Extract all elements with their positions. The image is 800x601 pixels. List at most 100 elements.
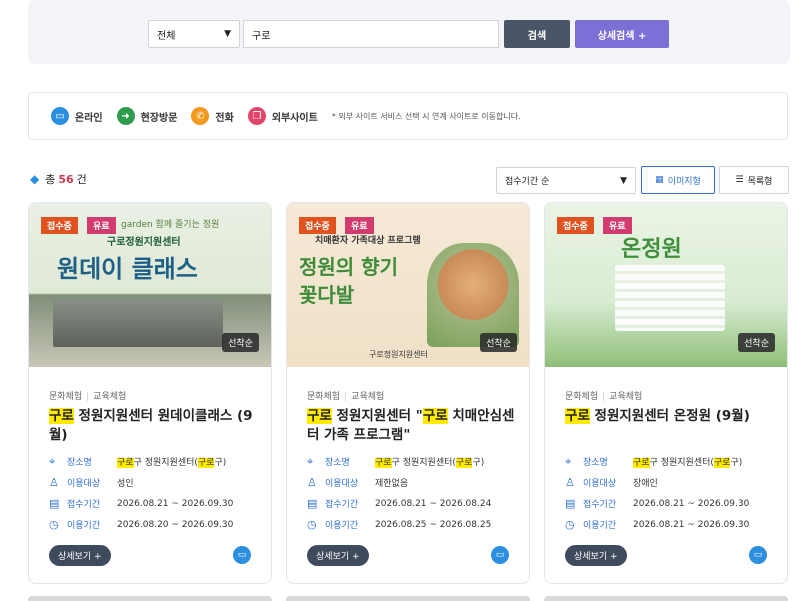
info-reg: ▤ 접수기간 2026.08.21 ~ 2026.08.24 (307, 497, 491, 510)
enter-icon: ➜ (116, 107, 135, 125)
monitor-icon: ▭ (51, 107, 69, 125)
program-card[interactable]: 치매환자 가족대상 프로그램 정원의 향기 꽃다발 구로정원지원센터 접수중 유… (286, 202, 530, 584)
thumbnail-title: 정원의 향기 꽃다발 (299, 255, 398, 307)
first-come-badge: 선착순 (480, 333, 517, 352)
search-panel: 전체 ▼ 구로 검색 상세검색 + (28, 0, 790, 64)
place-highlight: 구로 (375, 458, 392, 468)
clock-icon: ◷ (565, 517, 575, 531)
info-value: 2026.08.25 ~ 2026.08.25 (375, 519, 492, 530)
thumbnail-caption: 치매환자 가족대상 프로그램 (315, 236, 421, 246)
advanced-search-button[interactable]: 상세검색 + (575, 20, 669, 48)
info-place: ⌖ 장소명 구로구 정원지원센터(구로구) (565, 455, 742, 468)
info-label: 접수기간 (67, 500, 101, 510)
place-highlight: 구로 (713, 458, 731, 468)
category-select[interactable]: 전체 ▼ (148, 20, 240, 48)
filter-external[interactable]: ❐ 외부사이트 (247, 107, 318, 125)
info-label: 장소명 (325, 458, 350, 468)
info-label: 이용기간 (67, 521, 101, 531)
result-count: ◆ 총 56 건 (30, 171, 87, 187)
window-icon: ❐ (247, 107, 266, 125)
info-value: 2026.08.20 ~ 2026.09.30 (117, 519, 234, 530)
place-text: 구) (472, 458, 485, 468)
title-text: 정원지원센터 온정원 (9월) (589, 408, 750, 424)
info-place: ⌖ 장소명 구로구 정원지원센터(구로구) (307, 455, 484, 468)
monitor-icon: ▭ (233, 546, 251, 564)
category-label: 교육체험 (609, 392, 643, 402)
next-card-edge (544, 596, 788, 601)
calendar-icon: ▤ (307, 496, 318, 510)
thumbnail-caption: 구로정원지원센터 (107, 237, 181, 248)
status-badge: 접수중 (41, 217, 78, 234)
card-title[interactable]: 구로 정원지원센터 온정원 (9월) (565, 407, 775, 426)
view-image-button[interactable]: ▦ 이미지형 (641, 166, 715, 194)
category-label: 문화체험 (49, 392, 83, 402)
filter-online[interactable]: ▭ 온라인 (51, 107, 103, 125)
info-use: ◷ 이용기간 2026.08.25 ~ 2026.08.25 (307, 518, 491, 531)
schedule-illustration (615, 265, 725, 331)
first-come-badge: 선착순 (738, 333, 775, 352)
title-highlight: 구로 (307, 408, 332, 424)
sort-select-value: 접수기간 순 (505, 177, 550, 187)
status-badge: 접수중 (557, 217, 594, 234)
building-illustration (53, 299, 223, 347)
title-highlight: 구로 (565, 408, 590, 424)
sort-select[interactable]: 접수기간 순 ▼ (496, 167, 636, 194)
place-highlight: 구로 (633, 458, 650, 468)
detail-button[interactable]: 상세보기 + (307, 545, 369, 566)
search-input[interactable]: 구로 (243, 20, 499, 48)
result-count-number: 56 (58, 172, 74, 186)
filter-visit[interactable]: ➜ 현장방문 (116, 107, 177, 125)
filter-external-label: 외부사이트 (271, 112, 318, 124)
clock-icon: ◷ (49, 517, 59, 531)
info-label: 이용대상 (583, 479, 617, 489)
phone-icon: ✆ (191, 107, 210, 125)
title-text: 정원지원센터 원데이클래스 (9월) (49, 408, 253, 443)
search-button[interactable]: 검색 (504, 20, 570, 48)
search-input-value: 구로 (252, 30, 271, 42)
place-highlight: 구로 (117, 458, 134, 468)
place-text: 구 정원지원센터( (133, 458, 198, 468)
service-type-filter: ▭ 온라인 ➜ 현장방문 ✆ 전화 ❐ 외부사이트 * 외부 사이트 서비스 선… (28, 92, 788, 140)
first-come-badge: 선착순 (222, 333, 259, 352)
info-label: 이용대상 (67, 479, 101, 489)
result-count-suffix: 건 (76, 173, 87, 186)
view-image-label: 이미지형 (667, 176, 701, 187)
info-label: 접수기간 (325, 500, 359, 510)
filter-online-label: 온라인 (75, 112, 103, 124)
info-value: 제한없음 (375, 479, 409, 489)
program-card[interactable]: 온정원 접수중 유료 선착순 문화체험 | 교육체험 구로 정원지원센터 온정원 (… (544, 202, 788, 584)
info-value: 2026.08.21 ~ 2026.09.30 (633, 498, 750, 509)
location-pin-icon: ⌖ (49, 454, 56, 468)
place-text: 구) (730, 458, 743, 468)
info-value: 2026.08.21 ~ 2026.09.30 (117, 498, 234, 509)
caret-down-icon: ▼ (224, 29, 231, 39)
result-count-prefix: 총 (45, 173, 56, 186)
info-label: 이용기간 (583, 521, 617, 531)
info-target: ♙ 이용대상 제한없음 (307, 476, 408, 489)
filter-phone-label: 전화 (215, 112, 234, 124)
card-categories: 문화체험 | 교육체험 (307, 392, 385, 402)
view-list-button[interactable]: ☰ 목록형 (719, 166, 789, 194)
detail-button[interactable]: 상세보기 + (565, 545, 627, 566)
category-label: 문화체험 (565, 392, 599, 402)
view-list-label: 목록형 (747, 176, 773, 187)
family-illustration (427, 243, 519, 347)
place-highlight: 구로 (455, 458, 473, 468)
calendar-icon: ▤ (49, 496, 60, 510)
category-select-value: 전체 (157, 30, 176, 42)
program-card[interactable]: garden 함께 즐기는 정원 구로정원지원센터 원데이 클래스 접수중 유료… (28, 202, 272, 584)
place-highlight: 구로 (197, 458, 215, 468)
person-icon: ♙ (565, 475, 575, 489)
info-value: 2026.08.21 ~ 2026.08.24 (375, 498, 492, 509)
list-icon: ☰ (735, 175, 744, 185)
fee-badge: 유료 (345, 217, 374, 234)
info-target: ♙ 이용대상 성인 (49, 476, 134, 489)
layers-icon: ◆ (30, 172, 40, 186)
filter-phone[interactable]: ✆ 전화 (191, 107, 234, 125)
location-pin-icon: ⌖ (565, 454, 572, 468)
card-title[interactable]: 구로 정원지원센터 원데이클래스 (9월) (49, 407, 259, 445)
thumbnail-footer: 구로정원지원센터 (369, 350, 428, 359)
category-label: 문화체험 (307, 392, 341, 402)
card-title[interactable]: 구로 정원지원센터 "구로 치매안심센터 가족 프로그램" (307, 407, 517, 445)
detail-button[interactable]: 상세보기 + (49, 545, 111, 566)
